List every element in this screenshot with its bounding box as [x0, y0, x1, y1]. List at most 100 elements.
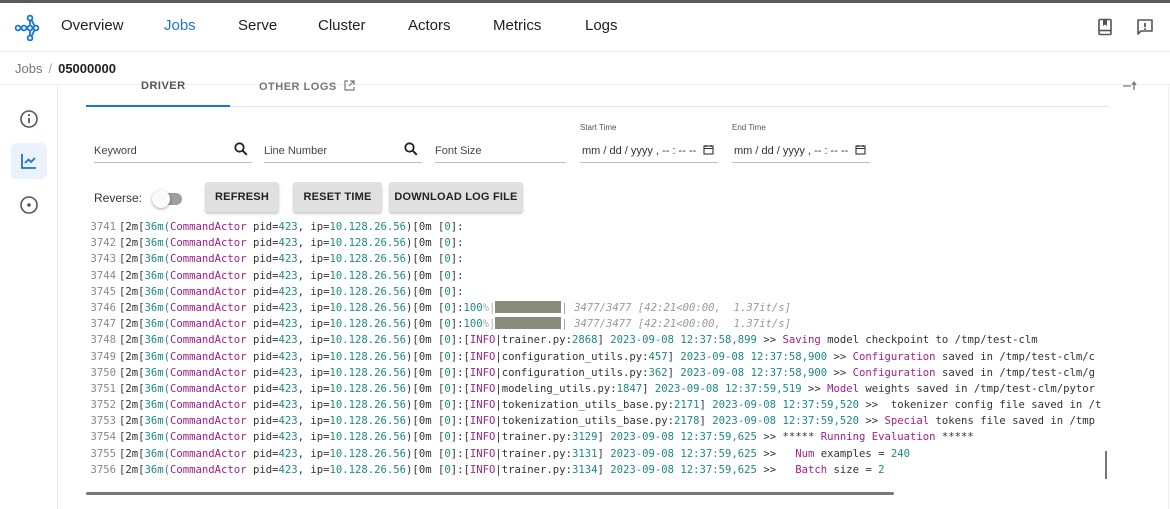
feedback-icon[interactable]	[1135, 17, 1155, 37]
start-time-input[interactable]: mm / dd / yyyy , -- : -- --	[580, 137, 718, 163]
source-file: trainer.py	[501, 447, 566, 460]
docs-book-icon[interactable]	[1095, 17, 1115, 37]
log-horizontal-scrollbar[interactable]	[86, 492, 894, 495]
ansi-fragment: 36m(	[144, 382, 171, 395]
message-highlight: Batch	[795, 463, 828, 476]
ansi-fragment: 0m [	[418, 431, 445, 444]
nav-metrics[interactable]: Metrics	[493, 17, 541, 34]
message-prefix	[776, 464, 795, 476]
line-number: 3756	[90, 463, 116, 476]
bracket: ]	[667, 366, 681, 379]
collapse-icon[interactable]	[1122, 80, 1138, 90]
reset-time-button[interactable]: RESET TIME	[293, 182, 382, 212]
ip-value: 10.128.26.56	[329, 366, 407, 379]
log-viewer[interactable]: 3741 [2m[36m(CommandActor pid=423, ip=10.…	[86, 215, 1109, 495]
font-size-input[interactable]	[435, 137, 566, 159]
pid-value: 423	[278, 221, 298, 233]
line-number: 3753	[90, 415, 116, 428]
message-text: weights saved in /tmp/test-clm/pytor	[859, 382, 1096, 395]
ip-key: , ip=	[297, 366, 330, 379]
sidebar-item-target[interactable]	[11, 187, 47, 223]
ip-value: 10.128.26.56	[329, 399, 407, 412]
message-text: model checkpoint to /tmp/test-clm	[820, 334, 1038, 347]
ip-value: 10.128.26.56	[329, 237, 407, 250]
keyword-input[interactable]	[94, 137, 252, 159]
ip-value: 10.128.26.56	[329, 431, 407, 444]
ip-value: 10.128.26.56	[329, 382, 407, 395]
ansi-fragment: 0m [	[418, 366, 445, 379]
arrow: >>	[801, 382, 821, 395]
line-number-input[interactable]	[264, 137, 422, 159]
ansi-fragment: 0m [	[418, 269, 445, 282]
sidebar-item-charts[interactable]	[11, 143, 47, 179]
source-line: 3129	[571, 431, 598, 444]
ansi-fragment: 0m [	[418, 399, 445, 412]
calendar-icon[interactable]	[703, 144, 714, 155]
ansi-fragment: 36m(	[144, 318, 171, 331]
nav-logs[interactable]: Logs	[585, 17, 618, 34]
ansi-fragment: 0m [	[418, 382, 445, 395]
ansi-fragment: )[	[406, 237, 419, 250]
line-number: 3741	[90, 221, 116, 233]
actor-name: CommandActor	[170, 253, 247, 266]
pid-value: 423	[278, 431, 298, 444]
timestamp: 2023-09-08 12:37:59,625	[610, 431, 757, 444]
active-tab-indicator	[86, 105, 230, 107]
search-icon[interactable]	[234, 142, 248, 156]
refresh-button[interactable]: REFRESH	[205, 182, 279, 212]
ansi-fragment: )[	[406, 350, 419, 363]
ip-key: , ip=	[297, 285, 330, 298]
nav-serve[interactable]: Serve	[238, 17, 277, 34]
breadcrumb-jobs-link[interactable]: Jobs	[15, 61, 42, 76]
calendar-icon[interactable]	[855, 144, 866, 155]
ansi-fragment: 36m(	[144, 350, 171, 363]
pid-value: 423	[278, 237, 298, 250]
nav-overview[interactable]: Overview	[61, 17, 124, 34]
nav-actors[interactable]: Actors	[408, 17, 451, 34]
nav-cluster[interactable]: Cluster	[318, 17, 366, 34]
message-number: 2	[878, 463, 885, 476]
line-number: 3748	[90, 334, 116, 347]
ip-value: 10.128.26.56	[329, 318, 407, 331]
breadcrumb: Jobs / 05000000	[15, 61, 116, 76]
ray-logo-icon[interactable]	[13, 13, 41, 41]
search-icon[interactable]	[404, 142, 418, 156]
ansi-fragment: )[	[406, 269, 419, 282]
ansi-fragment: ]:	[450, 366, 464, 379]
ansi-fragment: 36m(	[144, 285, 171, 298]
log-level: INFO	[469, 447, 496, 460]
download-log-button[interactable]: DOWNLOAD LOG FILE	[389, 182, 523, 212]
log-vertical-scrollbar[interactable]	[1105, 451, 1107, 479]
pid-value: 423	[278, 285, 298, 298]
message-number: 240	[890, 447, 911, 460]
reverse-toggle[interactable]	[152, 189, 188, 209]
timestamp: 2023-09-08 12:37:59,520	[712, 415, 859, 428]
arrow: >>	[858, 415, 879, 428]
pid-value: 423	[278, 382, 298, 395]
ansi-fragment: 36m(	[144, 269, 171, 282]
end-time-input[interactable]: mm / dd / yyyy , -- : -- --	[732, 137, 870, 163]
pid-key: pid=	[246, 301, 279, 314]
ansi-fragment: [2m[	[119, 399, 145, 412]
log-level: INFO	[469, 350, 496, 363]
source-line: 3134	[571, 463, 598, 476]
ansi-fragment: ]:	[450, 415, 464, 428]
nav-jobs[interactable]: Jobs	[164, 17, 196, 34]
pid-key: pid=	[246, 237, 279, 250]
pid-value: 423	[278, 253, 298, 266]
ip-value: 10.128.26.56	[329, 447, 407, 460]
source-file: configuration_utils.py	[501, 350, 643, 363]
actor-name: CommandActor	[170, 431, 247, 444]
pid-key: pid=	[246, 399, 279, 412]
ansi-fragment: 36m(	[144, 366, 171, 379]
ansi-fragment: 36m(	[144, 447, 171, 460]
tab-driver[interactable]: DRIVER	[141, 80, 186, 92]
tab-other-logs[interactable]: OTHER LOGS	[259, 80, 355, 93]
pid-key: pid=	[246, 415, 279, 428]
ansi-fragment: ]:	[450, 350, 464, 363]
pid-key: pid=	[246, 285, 279, 298]
log-line: 3743 [2m[36m(CommandActor pid=423, ip=10.…	[86, 251, 1109, 267]
ip-value: 10.128.26.56	[329, 415, 407, 428]
sidebar-item-info[interactable]	[11, 101, 47, 137]
ansi-fragment: 36m(	[144, 415, 171, 428]
